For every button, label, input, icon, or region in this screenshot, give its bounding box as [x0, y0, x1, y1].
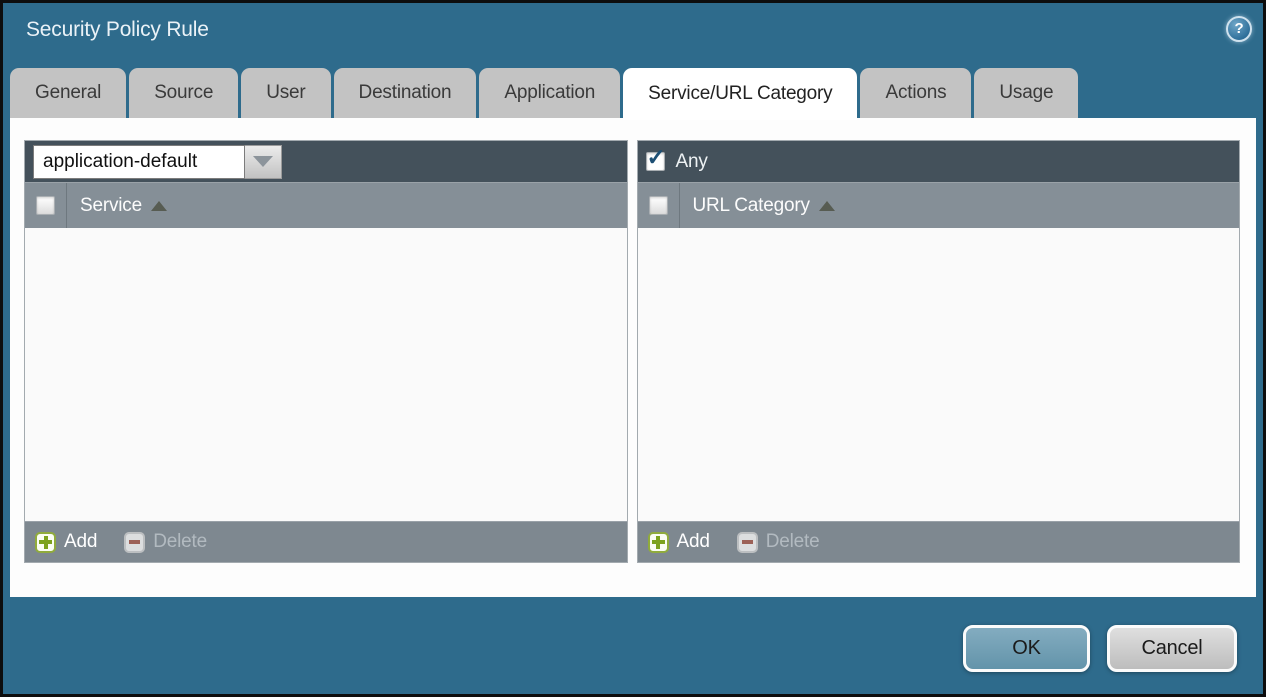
service-select-all-checkbox[interactable]	[36, 196, 55, 215]
service-table-body	[25, 228, 627, 521]
service-delete-button[interactable]: Delete	[124, 531, 207, 553]
service-table-footer: Add Delete	[25, 521, 627, 562]
checkmark-icon: ✓	[647, 146, 666, 169]
tab-source[interactable]: Source	[129, 68, 238, 118]
tab-general[interactable]: General	[10, 68, 126, 118]
url-category-select-all-checkbox[interactable]	[649, 196, 668, 215]
service-panel-toolbar	[25, 141, 627, 182]
tab-service-url-category[interactable]: Service/URL Category	[623, 68, 857, 120]
add-plus-icon	[648, 532, 669, 553]
url-category-table-body	[638, 228, 1240, 521]
url-category-add-button[interactable]: Add	[648, 531, 710, 553]
security-policy-rule-dialog: Security Policy Rule ? General Source Us…	[0, 0, 1266, 697]
help-icon[interactable]: ?	[1226, 16, 1252, 42]
service-add-button[interactable]: Add	[35, 531, 97, 553]
delete-minus-icon	[124, 532, 145, 553]
url-category-panel: ✓ Any URL Category	[637, 140, 1241, 563]
any-checkbox[interactable]: ✓	[646, 152, 665, 171]
tab-user[interactable]: User	[241, 68, 330, 118]
chevron-down-icon	[253, 156, 273, 167]
tab-actions[interactable]: Actions	[860, 68, 971, 118]
service-type-dropdown	[33, 145, 282, 179]
tab-destination[interactable]: Destination	[334, 68, 477, 118]
url-category-table-footer: Add Delete	[638, 521, 1240, 562]
sort-ascending-icon	[819, 201, 835, 211]
tab-usage[interactable]: Usage	[974, 68, 1078, 118]
url-category-delete-button[interactable]: Delete	[737, 531, 820, 553]
service-type-input[interactable]	[33, 145, 245, 179]
service-column-header[interactable]: Service	[67, 183, 167, 228]
service-panel: Service Add Delete	[24, 140, 628, 563]
sort-ascending-icon	[151, 201, 167, 211]
tab-bar: General Source User Destination Applicat…	[10, 68, 1078, 118]
url-category-panel-toolbar: ✓ Any	[638, 141, 1240, 182]
url-category-column-header[interactable]: URL Category	[680, 183, 835, 228]
add-plus-icon	[35, 532, 56, 553]
service-table-header: Service	[25, 182, 627, 228]
ok-button[interactable]: OK	[963, 625, 1090, 672]
service-type-dropdown-button[interactable]	[245, 145, 282, 179]
any-checkbox-label: Any	[676, 151, 708, 173]
dialog-title: Security Policy Rule	[26, 18, 209, 42]
url-category-table-header: URL Category	[638, 182, 1240, 228]
tab-content-area: Service Add Delete	[10, 118, 1256, 597]
cancel-button[interactable]: Cancel	[1107, 625, 1237, 672]
delete-minus-icon	[737, 532, 758, 553]
tab-application[interactable]: Application	[479, 68, 620, 118]
